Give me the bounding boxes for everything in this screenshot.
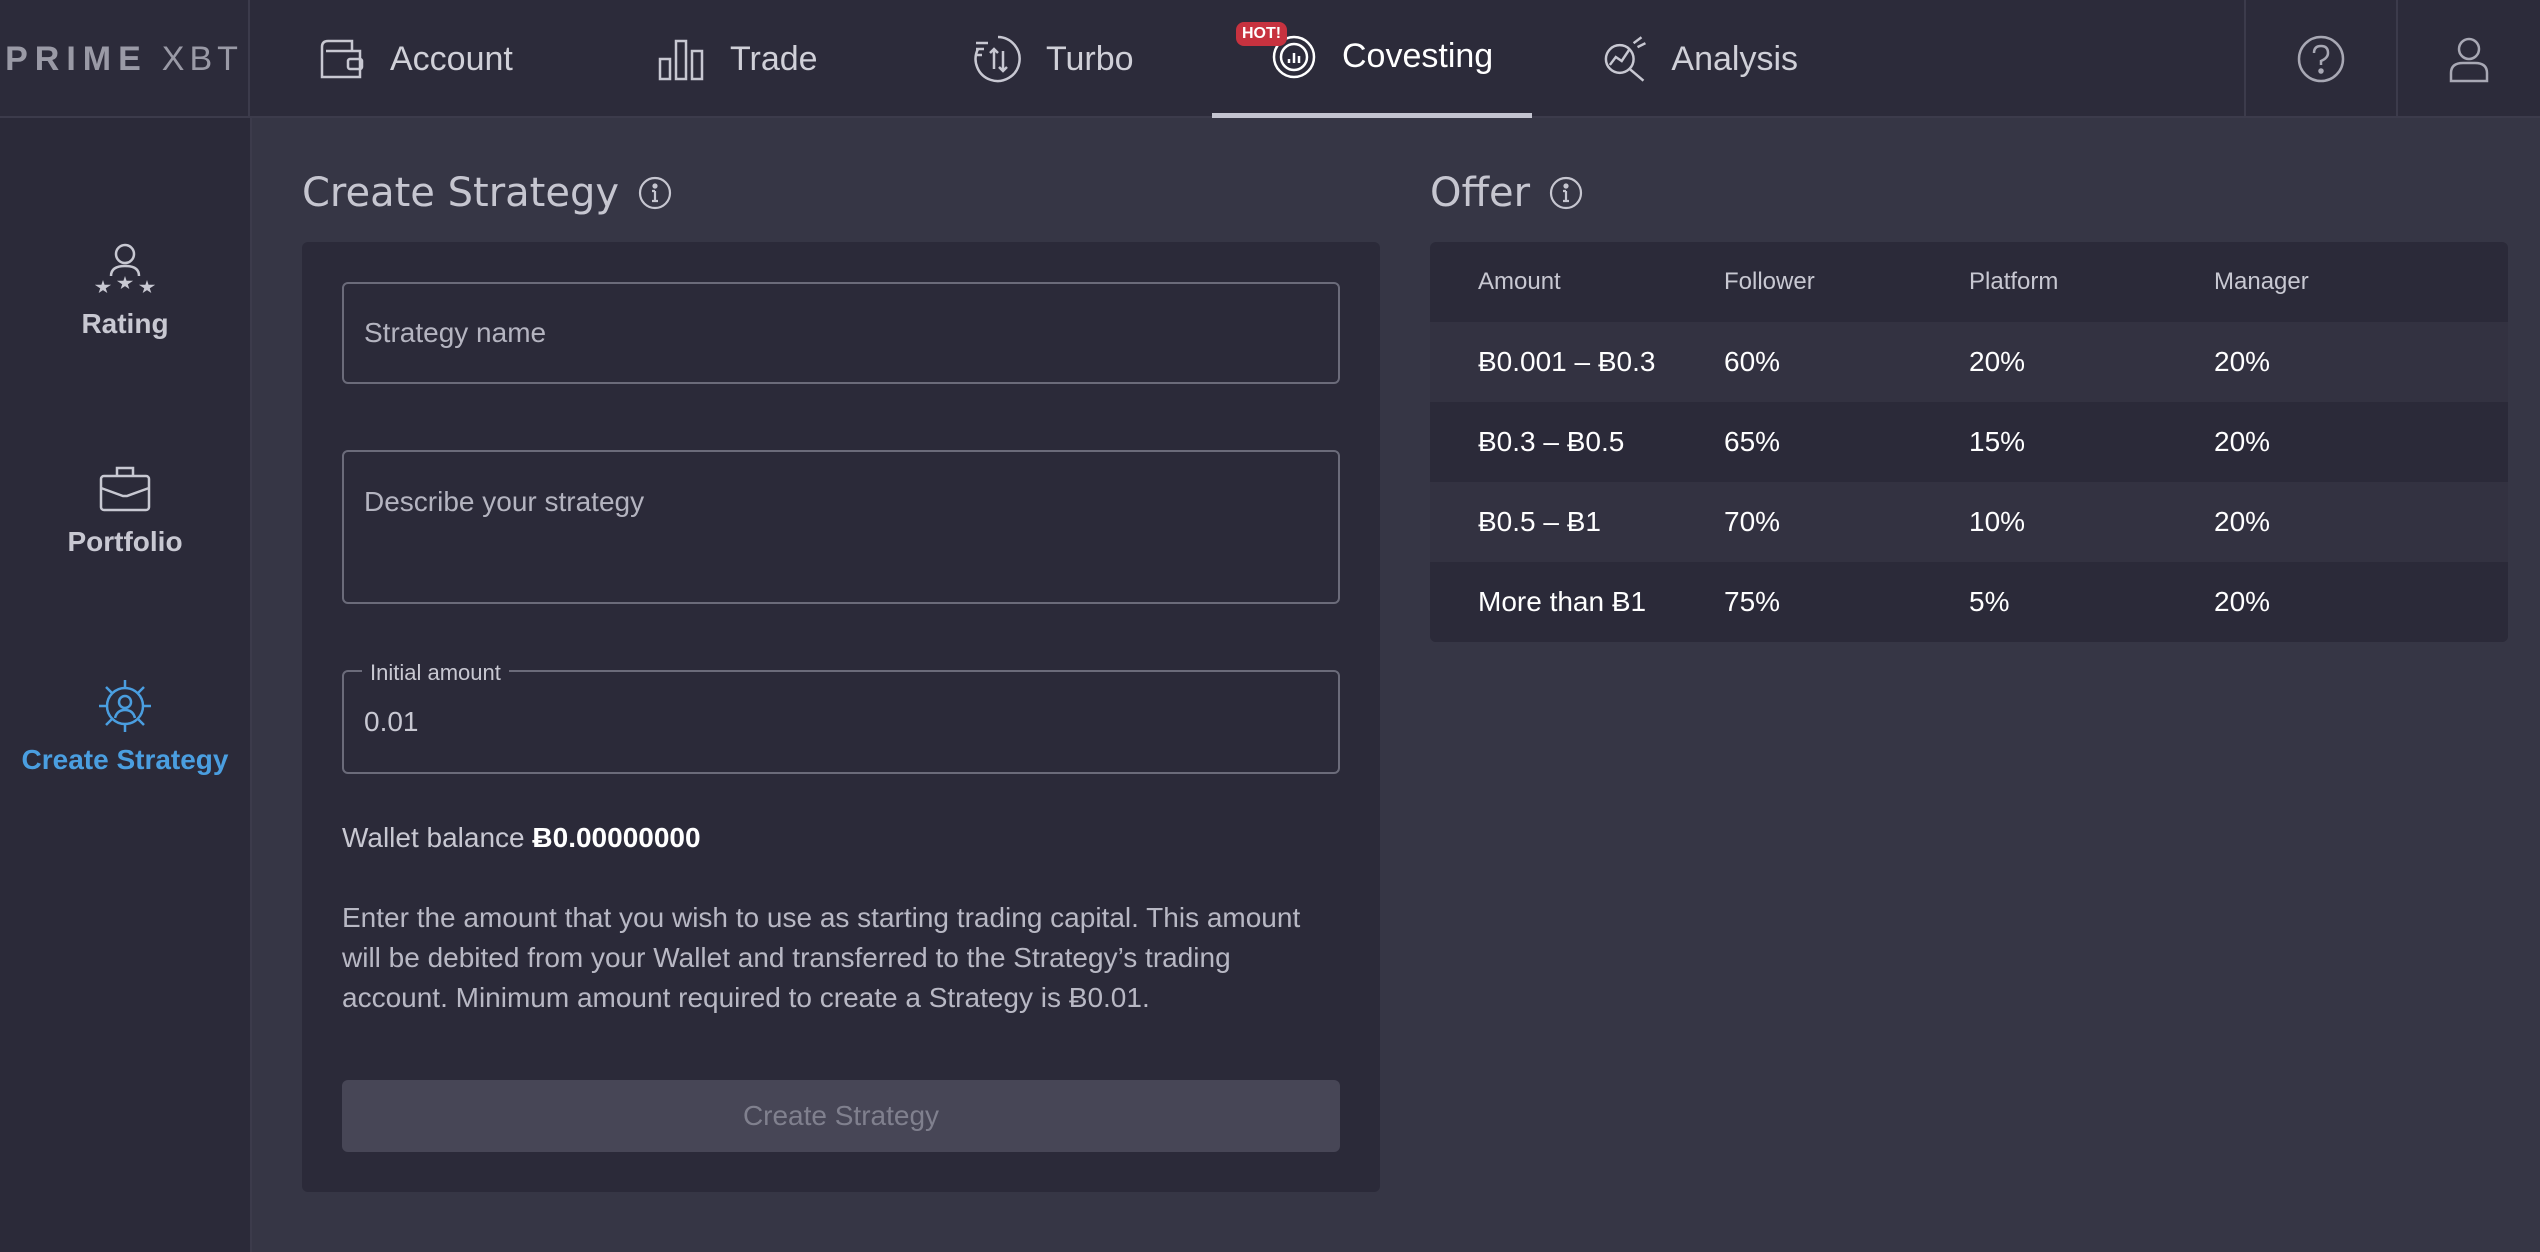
offer-table: Amount Follower Platform Manager Ƀ0.001 … [1430,242,2508,642]
strategy-description-textarea[interactable] [342,450,1340,604]
sidebar-item-rating[interactable]: Rating [0,240,250,340]
tab-trade[interactable]: Trade [656,0,856,118]
table-cell: Ƀ0.5 – Ƀ1 [1478,506,1601,537]
strategy-name-input[interactable] [342,282,1340,384]
table-cell: Ƀ0.001 – Ƀ0.3 [1478,346,1656,377]
table-row: More than Ƀ1 75% 5% 20% [1430,562,2508,642]
logo-brand: PRIME [5,39,148,78]
gear-user-icon [99,680,151,732]
sidebar: Rating Portfolio Create Strategy [0,118,252,1252]
bar-chart-icon [658,39,704,81]
tab-analysis[interactable]: Analysis [1598,0,1798,118]
user-icon [2449,37,2489,83]
info-icon[interactable] [1548,175,1584,211]
top-nav-bar: PRIME XBT Account Trade Turbo HOT! Coves… [0,0,2540,118]
analysis-icon [1604,36,1646,82]
create-strategy-form: Initial amount Wallet balance Ƀ0.0000000… [302,242,1380,1192]
table-header: Amount Follower Platform Manager [1430,242,2508,322]
table-cell: Ƀ0.3 – Ƀ0.5 [1478,426,1625,457]
sidebar-item-create-strategy[interactable]: Create Strategy [0,676,250,776]
offer-title: Offer [1430,170,1531,216]
table-cell: 20% [2214,506,2271,537]
offer-heading: Offer [1430,170,1584,216]
tab-covesting[interactable]: HOT! Covesting [1212,0,1532,118]
tab-account[interactable]: Account [316,0,526,118]
sidebar-item-rating-label: Rating [81,308,169,339]
column-header: Manager [2214,268,2309,295]
profile-button[interactable] [2396,0,2540,118]
turbo-icon [974,35,1021,83]
table-cell: 20% [2214,346,2271,377]
table-row: Ƀ0.001 – Ƀ0.3 60% 20% 20% [1430,322,2508,402]
amount-description: Enter the amount that you wish to use as… [342,902,1301,1013]
table-row: Ƀ0.3 – Ƀ0.5 65% 15% 20% [1430,402,2508,482]
wallet-icon [320,39,364,79]
tab-turbo-label: Turbo [1046,39,1134,78]
column-header: Amount [1478,268,1561,295]
sidebar-item-portfolio[interactable]: Portfolio [0,458,250,558]
initial-amount-label: Initial amount [362,660,509,686]
tab-turbo[interactable]: Turbo [972,0,1172,118]
table-cell: More than Ƀ1 [1478,586,1647,617]
create-strategy-title: Create Strategy [302,170,620,216]
table-cell: 60% [1724,346,1781,377]
table-cell: 65% [1724,426,1781,457]
wallet-balance-label: Wallet balance [342,822,525,853]
table-cell: 15% [1969,426,2026,457]
hot-badge: HOT! [1236,22,1288,46]
table-cell: 20% [1969,346,2026,377]
create-strategy-button[interactable]: Create Strategy [342,1080,1340,1152]
wallet-balance: Wallet balance Ƀ0.00000000 [342,822,701,854]
sidebar-item-portfolio-label: Portfolio [67,526,183,557]
logo[interactable]: PRIME XBT [0,0,250,118]
table-cell: 5% [1969,586,2010,617]
tab-covesting-label: Covesting [1342,37,1494,75]
help-button[interactable] [2244,0,2396,118]
table-cell: 70% [1724,506,1781,537]
table-cell: 20% [2214,426,2271,457]
logo-suffix: XBT [161,39,243,78]
table-row: Ƀ0.5 – Ƀ1 70% 10% 20% [1430,482,2508,562]
info-icon[interactable] [637,175,673,211]
table-cell: 75% [1724,586,1781,617]
wallet-balance-value: Ƀ0.00000000 [532,822,701,853]
table-cell: 20% [2214,586,2271,617]
tab-trade-label: Trade [730,39,818,78]
table-cell: 10% [1969,506,2026,537]
briefcase-icon [99,466,151,512]
rating-icon [95,243,155,294]
column-header: Follower [1724,268,1815,295]
sidebar-item-create-strategy-label: Create Strategy [21,744,229,775]
tab-account-label: Account [390,39,513,78]
create-strategy-heading: Create Strategy [302,170,673,216]
help-icon [2297,35,2345,83]
tab-analysis-label: Analysis [1671,39,1798,78]
column-header: Platform [1969,268,2059,295]
